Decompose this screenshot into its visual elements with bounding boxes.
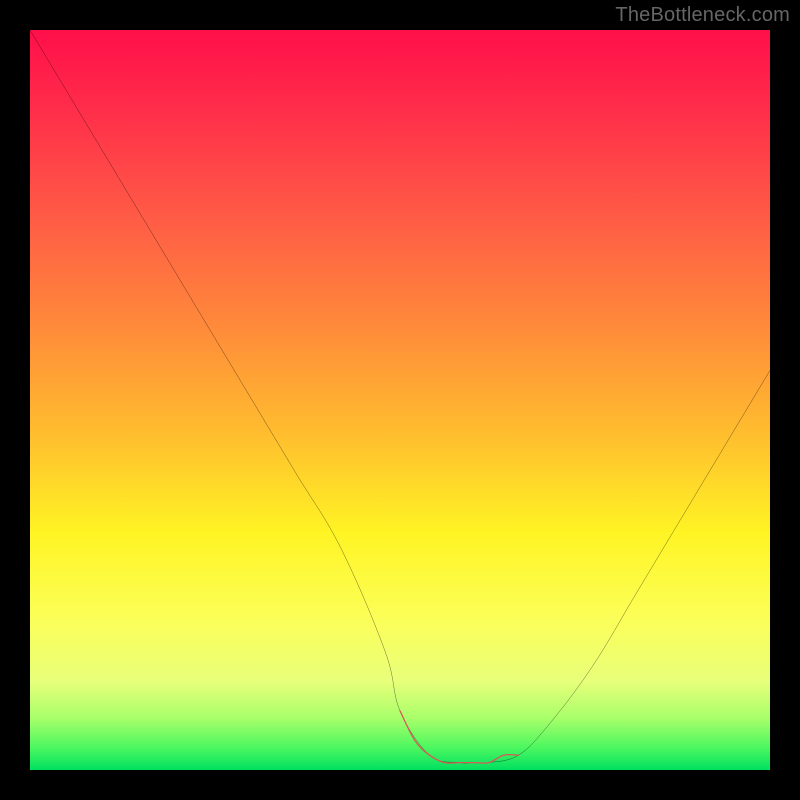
chart-frame: TheBottleneck.com bbox=[0, 0, 800, 800]
plot-area bbox=[30, 30, 770, 770]
bottleneck-chart bbox=[30, 30, 770, 770]
gradient-background bbox=[30, 30, 770, 770]
site-watermark: TheBottleneck.com bbox=[615, 4, 790, 27]
